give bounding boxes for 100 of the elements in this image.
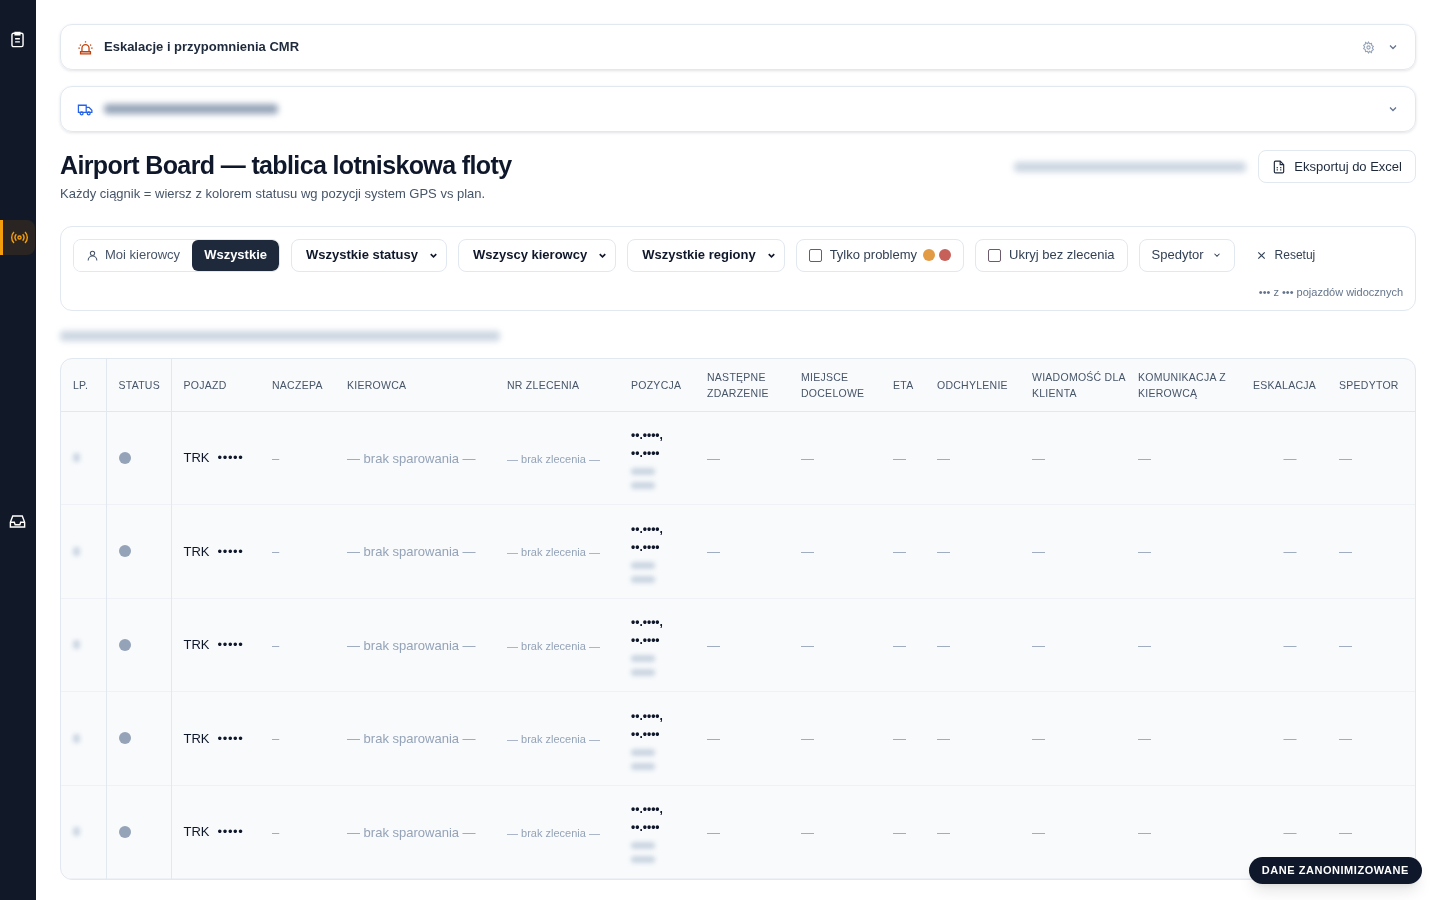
vehicle-id: ••••• — [217, 543, 244, 559]
coordinate-text: ••.••••, — [631, 427, 664, 445]
vehicle-plate: TRK — [183, 824, 210, 839]
table-cell: — — [937, 544, 950, 560]
table-cell: — brak zlecenia — — [507, 546, 600, 559]
table-cell: — — [1283, 450, 1297, 466]
table-cell: — — [1032, 450, 1045, 466]
close-icon — [1255, 249, 1267, 261]
checkbox[interactable] — [988, 248, 1002, 262]
blurred-text — [73, 546, 80, 556]
reset-button[interactable]: Resetuj — [1245, 238, 1326, 272]
table-cell: — — [1339, 731, 1352, 747]
checkbox[interactable] — [808, 248, 822, 262]
column-header: POJAZD — [171, 359, 266, 411]
column-header: WIADOMOŚĆ DLA KLIENTA — [1026, 359, 1132, 411]
table-cell: — — [1283, 637, 1297, 653]
blurred-text — [73, 453, 80, 463]
sidebar-item[interactable] — [0, 220, 35, 255]
table-cell: — brak sparowania — — [347, 450, 476, 466]
blurred-text — [631, 482, 655, 490]
table-cell: — — [801, 544, 814, 560]
export-button[interactable]: Eksportuj do Excel — [1258, 150, 1416, 183]
settings-icon[interactable] — [1362, 40, 1375, 54]
coordinate-text: ••.•••• — [631, 819, 661, 837]
inbox-icon — [8, 512, 27, 531]
page-title: Airport Board — tablica lotniskowa floty — [60, 150, 512, 180]
table-cell: — — [1032, 544, 1045, 560]
filter-dropdown[interactable]: Wszystkie regiony — [627, 238, 785, 272]
blurred-text — [631, 561, 655, 569]
collapsible-panel[interactable]: Eskalacje i przypomnienia CMR — [60, 24, 1416, 70]
table-cell: — — [893, 637, 906, 653]
vehicle-id: ••••• — [217, 824, 244, 839]
table-cell: — — [1283, 731, 1297, 747]
table-cell: — brak zlecenia — — [507, 733, 600, 746]
spreadsheet-icon — [1272, 159, 1287, 174]
table-cell: — — [893, 450, 906, 466]
table-cell: — — [937, 824, 950, 840]
table-cell: — brak zlecenia — — [507, 826, 600, 839]
column-header: ETA — [887, 359, 931, 411]
column-header: NASTĘPNE ZDARZENIE — [701, 359, 795, 411]
blurred-text — [631, 748, 655, 756]
table-cell: — — [1032, 824, 1045, 840]
blurred-text — [631, 468, 655, 476]
table-cell: — — [1339, 544, 1352, 560]
column-header: KOMUNIKACJA Z KIEROWCĄ — [1132, 359, 1247, 411]
table-cell: – — [272, 450, 280, 466]
column-header: NACZEPA — [266, 359, 341, 411]
table-cell: – — [272, 824, 280, 840]
blurred-text — [631, 762, 655, 770]
column-header: STATUS — [106, 359, 171, 411]
siren-icon — [77, 38, 94, 56]
forwarder-dropdown[interactable]: Spedytor — [1138, 238, 1235, 272]
table-cell: — — [1283, 544, 1297, 560]
blurred-text — [631, 842, 655, 850]
column-header: ODCHYLENIE — [931, 359, 1026, 411]
filter-checkbox[interactable]: Ukryj bez zlecenia — [975, 238, 1128, 272]
filter-dropdown[interactable]: Wszyscy kierowcy — [458, 238, 617, 272]
coordinate-text: ••.•••• — [631, 538, 661, 556]
blurred-text — [631, 856, 655, 864]
panel-title: Eskalacje i przypomnienia CMR — [104, 38, 300, 57]
table-cell: — — [1032, 637, 1045, 653]
table-cell: — — [707, 450, 720, 466]
vehicle-plate: TRK — [183, 730, 210, 746]
vehicle-id: ••••• — [217, 450, 244, 465]
column-header: KIEROWCA — [341, 359, 501, 411]
column-header: MIEJSCE DOCELOWE — [795, 359, 887, 411]
clipboard-icon — [8, 30, 27, 49]
table-cell: – — [272, 731, 280, 747]
table-cell: — — [707, 544, 720, 560]
scope-toggle-option[interactable]: Wszystkie — [192, 239, 279, 271]
table-cell: — — [1138, 824, 1151, 840]
table-cell: — brak zlecenia — — [507, 639, 600, 652]
table-cell: — — [893, 731, 906, 747]
vehicle-id: ••••• — [217, 637, 244, 652]
coordinate-text: ••.•••• — [631, 632, 661, 650]
coordinate-text: ••.••••, — [631, 707, 664, 725]
table-cell: — — [801, 824, 814, 840]
table-cell: — — [1138, 450, 1151, 466]
blurred-text — [73, 827, 80, 837]
vehicle-plate: TRK — [183, 543, 210, 559]
table-cell: — brak sparowania — — [347, 544, 476, 560]
table-cell: — brak zlecenia — — [507, 452, 600, 465]
table-cell: — — [707, 824, 720, 840]
visible-count: ••• z ••• pojazdów widocznych — [1258, 284, 1403, 300]
table-cell: — — [1138, 637, 1151, 653]
anonymized-badge: DANE ZANONIMIZOWANE — [1248, 857, 1422, 884]
column-header: ESKALACJA — [1247, 359, 1333, 411]
vehicle-id: ••••• — [217, 730, 244, 746]
filter-dropdown[interactable]: Wszystkie statusy — [291, 238, 447, 272]
blurred-text — [631, 655, 655, 663]
table-cell: — — [893, 824, 906, 840]
table-cell: — — [1138, 731, 1151, 747]
coordinate-text: ••.••••, — [631, 801, 664, 819]
table-cell: — — [1138, 544, 1151, 560]
filter-checkbox[interactable]: Tylko problemy — [795, 238, 965, 272]
blurred-text — [631, 669, 655, 677]
coordinate-text: ••.••••, — [631, 614, 664, 632]
table-cell: — — [707, 637, 720, 653]
table-cell: — — [801, 637, 814, 653]
table-cell: — — [937, 450, 950, 466]
